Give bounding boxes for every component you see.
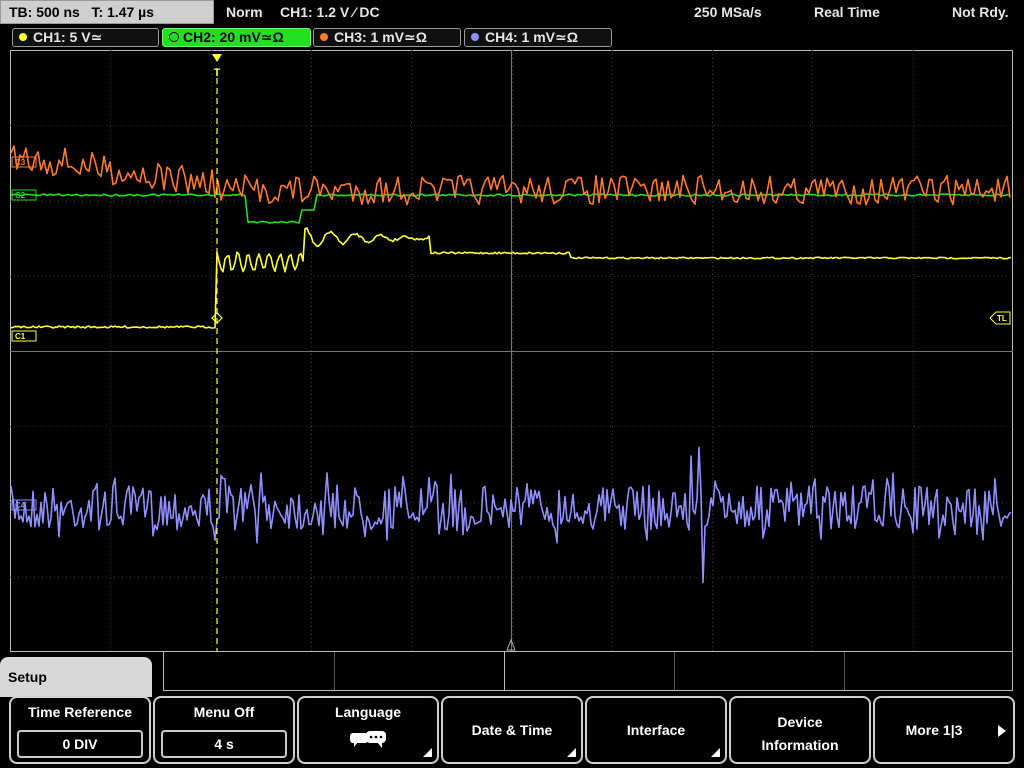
submenu-indicator-icon bbox=[711, 748, 720, 757]
language-softkey[interactable]: Language bbox=[297, 696, 439, 764]
time-reference-softkey[interactable]: Time Reference 0 DIV bbox=[9, 696, 151, 764]
zoom-bar-divider bbox=[844, 652, 845, 690]
speech-bubbles-icon bbox=[350, 731, 386, 748]
ch3-color-dot bbox=[320, 33, 328, 41]
c4-marker: C4 bbox=[15, 501, 26, 510]
channel-tab-ch1[interactable]: CH1: 5 V≃ bbox=[12, 28, 159, 47]
language-label: Language bbox=[334, 704, 402, 720]
date-time-label: Date & Time bbox=[471, 722, 553, 738]
channel-tab-ch2[interactable]: CH2: 20 mV≃Ω bbox=[162, 28, 311, 47]
ch4-label: CH4: 1 mV≃Ω bbox=[485, 29, 578, 45]
acquisition-state: Not Rdy. bbox=[952, 4, 1009, 20]
interface-label: Interface bbox=[626, 722, 686, 738]
device-information-line1: Device bbox=[777, 714, 823, 730]
ch3-label: CH3: 1 mV≃Ω bbox=[334, 29, 427, 45]
c1-marker: C1 bbox=[15, 332, 26, 341]
zoom-bar-divider bbox=[674, 652, 675, 690]
channel-tab-ch4[interactable]: CH4: 1 mV≃Ω bbox=[464, 28, 612, 47]
time-reference-value: 0 DIV bbox=[17, 730, 143, 758]
ch4-color-dot bbox=[471, 33, 479, 41]
more-label: More 1|3 bbox=[905, 722, 963, 738]
zoom-bar-divider bbox=[334, 652, 335, 690]
ch1-color-dot bbox=[19, 33, 27, 41]
menu-off-softkey[interactable]: Menu Off 4 s bbox=[153, 696, 295, 764]
device-information-line2: Information bbox=[761, 737, 839, 753]
menu-title-tab: Setup bbox=[0, 657, 152, 697]
trigger-mode[interactable]: Norm bbox=[226, 0, 263, 24]
c2-marker: C2 bbox=[15, 191, 26, 200]
submenu-indicator-icon bbox=[567, 748, 576, 757]
waveform-display[interactable]: T C3 C2 C1 C4 TL bbox=[10, 50, 1013, 652]
menu-off-value: 4 s bbox=[161, 730, 287, 758]
status-bar: TB: 500 ns T: 1.47 µs Norm CH1: 1.2 V ⁄ … bbox=[0, 0, 1024, 24]
interface-softkey[interactable]: Interface bbox=[585, 696, 727, 764]
date-time-softkey[interactable]: Date & Time bbox=[441, 696, 583, 764]
zoom-overview-bar bbox=[163, 651, 1013, 691]
sample-rate: 250 MSa/s bbox=[694, 4, 762, 20]
ch2-label: CH2: 20 mV≃Ω bbox=[183, 29, 284, 45]
ch2-color-dot bbox=[169, 32, 179, 42]
acquisition-mode: Real Time bbox=[814, 4, 880, 20]
timebase-readout[interactable]: TB: 500 ns T: 1.47 µs bbox=[0, 0, 214, 24]
c3-marker: C3 bbox=[15, 158, 26, 167]
ch1-label: CH1: 5 V≃ bbox=[33, 29, 103, 45]
zoom-bar-center bbox=[504, 652, 505, 690]
more-softkey[interactable]: More 1|3 bbox=[873, 696, 1015, 764]
menu-off-label: Menu Off bbox=[193, 704, 255, 720]
next-page-arrow-icon bbox=[998, 725, 1006, 737]
channel-tab-ch3[interactable]: CH3: 1 mV≃Ω bbox=[313, 28, 461, 47]
device-information-softkey[interactable]: Device Information bbox=[729, 696, 871, 764]
trigger-point-label: T bbox=[214, 67, 221, 79]
trigger-level-label: TL bbox=[997, 314, 1007, 323]
time-reference-label: Time Reference bbox=[27, 704, 132, 720]
submenu-indicator-icon bbox=[423, 748, 432, 757]
trigger-source[interactable]: CH1: 1.2 V ⁄ DC bbox=[280, 0, 380, 24]
